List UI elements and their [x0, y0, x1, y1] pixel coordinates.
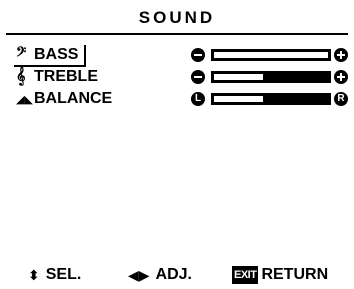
- menu-title: SOUND: [138, 8, 216, 27]
- balance-right-icon[interactable]: R: [334, 92, 348, 106]
- treble-increase-icon[interactable]: [334, 70, 348, 84]
- balance-icon: ◢◣: [16, 93, 33, 106]
- footer-exit[interactable]: EXIT RETURN: [232, 264, 328, 286]
- treble-slider-track[interactable]: [211, 71, 331, 83]
- balance-slider[interactable]: L R: [191, 89, 351, 109]
- sel-label: SEL.: [45, 266, 82, 283]
- adj-label: ADJ.: [155, 266, 192, 283]
- treble-label-box[interactable]: 𝄞 TREBLE: [16, 67, 98, 87]
- bass-slider-track[interactable]: [211, 49, 331, 61]
- treble-label: TREBLE: [34, 68, 98, 85]
- treble-slider[interactable]: [191, 67, 351, 87]
- bass-slider-fill: [214, 52, 328, 58]
- bass-increase-icon[interactable]: [334, 48, 348, 62]
- exit-badge[interactable]: EXIT: [232, 266, 259, 284]
- treble-slider-fill: [214, 74, 263, 80]
- return-label: RETURN: [261, 266, 329, 283]
- balance-slider-fill: [214, 96, 263, 102]
- bass-decrease-icon[interactable]: [191, 48, 205, 62]
- balance-left-icon[interactable]: L: [191, 92, 205, 106]
- balance-label-box[interactable]: ◢◣ BALANCE: [16, 89, 112, 109]
- balance-slider-track[interactable]: [211, 93, 331, 105]
- balance-label: BALANCE: [34, 90, 113, 107]
- title-divider: [6, 33, 348, 35]
- treble-clef-icon: 𝄞: [16, 68, 26, 85]
- bass-clef-icon: 𝄢: [16, 46, 27, 63]
- left-right-arrows-icon: ◀▶: [128, 266, 150, 283]
- treble-decrease-icon[interactable]: [191, 70, 205, 84]
- bass-slider[interactable]: [191, 45, 351, 65]
- bass-label-box[interactable]: 𝄢 BASS: [14, 45, 87, 67]
- footer-adj: ◀▶ ADJ.: [128, 264, 192, 286]
- up-down-arrows-icon: ⬍: [28, 266, 40, 283]
- bass-label: BASS: [34, 46, 79, 63]
- footer-sel: ⬍ SEL.: [28, 264, 81, 286]
